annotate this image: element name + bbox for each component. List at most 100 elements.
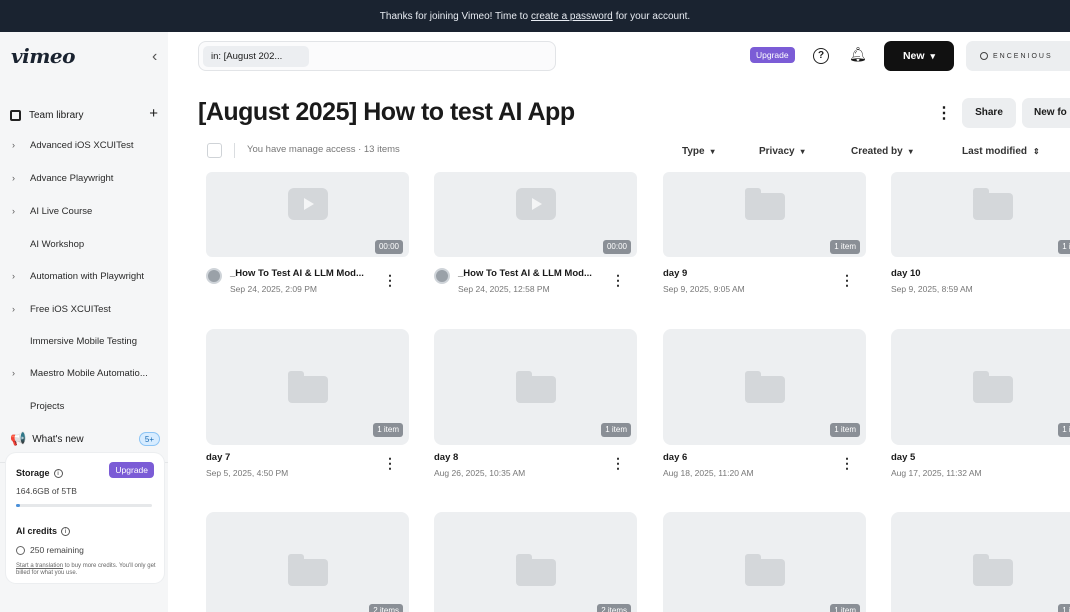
help-icon[interactable]: ? [813,48,829,64]
search-input[interactable]: in: [August 202... [198,41,556,71]
folder-thumbnail[interactable]: 1 item [891,329,1070,445]
bell-icon[interactable]: 🔔︎ [849,46,867,63]
sidebar-item[interactable]: › AI Live Course [12,202,162,220]
item-count-badge: 1 item [830,604,860,612]
folder-thumbnail[interactable]: 2 items [434,512,637,612]
more-options-icon[interactable]: ⋮ [611,272,625,289]
info-icon[interactable]: i [53,469,63,478]
more-options-icon[interactable]: ⋮ [383,455,397,472]
folder-card[interactable]: 1 item day 10 Sep 9, 2025, 8:59 AM ⋮ [891,172,1070,298]
folder-card[interactable]: 1 item [663,512,866,612]
folder-thumbnail[interactable]: 2 items [206,512,409,612]
folder-card[interactable]: 1 item [891,512,1070,612]
storage-upgrade-button[interactable]: Upgrade [109,462,154,478]
new-folder-button[interactable]: New fo [1022,98,1070,128]
chevron-right-icon[interactable]: › [12,173,30,183]
type-filter[interactable]: Type ▾ [682,146,715,157]
sidebar-item-label: AI Live Course [30,205,93,217]
more-options-icon[interactable]: ⋮ [840,272,854,289]
folder-thumbnail[interactable]: 1 item [891,512,1070,612]
sidebar-item[interactable]: › Advanced iOS XCUITest [12,136,162,154]
duration-badge: 00:00 [374,240,403,254]
privacy-filter[interactable]: Privacy ▾ [759,146,805,157]
storage-title: Storage i [16,468,63,478]
more-options-icon[interactable]: ⋮ [611,455,625,472]
folder-card[interactable]: 1 item day 9 Sep 9, 2025, 9:05 AM ⋮ [663,172,866,298]
item-date: Sep 24, 2025, 12:58 PM [458,284,550,294]
folder-icon [745,188,785,220]
folder-thumbnail[interactable]: 1 item [663,172,866,257]
sidebar-item[interactable]: › Maestro Mobile Automatio... [12,364,162,382]
start-translation-link[interactable]: Start a translation [16,563,63,569]
folder-card[interactable]: 1 item day 8 Aug 26, 2025, 10:35 AM ⋮ [434,329,637,479]
chevron-left-icon[interactable]: ‹ [152,48,157,66]
account-switcher[interactable]: ENCENIOUS [966,41,1070,71]
create-password-link[interactable]: create a password [531,11,613,22]
sidebar-item[interactable]: › Free iOS XCUITest [12,300,162,318]
item-count-badge: 1 item [1058,423,1070,437]
video-thumbnail[interactable]: 00:00 [206,172,409,257]
folder-icon [516,554,556,586]
select-all-checkbox[interactable] [207,143,222,158]
ai-credits-remaining: 250 remaining [16,545,84,555]
sidebar-item[interactable]: AI Workshop [12,235,162,253]
folder-card[interactable]: 1 item day 7 Sep 5, 2025, 4:50 PM ⋮ [206,329,409,479]
banner-text: Thanks for joining Vimeo! Time to [379,10,528,22]
item-title[interactable]: day 8 [434,452,458,463]
more-options-icon[interactable]: ⋮ [840,455,854,472]
item-title[interactable]: day 10 [891,268,921,279]
add-folder-icon[interactable]: + [149,106,158,122]
sidebar-item-label: Advanced iOS XCUITest [30,139,134,151]
more-options-icon[interactable]: ⋮ [936,103,952,123]
avatar [434,268,450,284]
share-button[interactable]: Share [962,98,1016,128]
chevron-right-icon[interactable]: › [12,271,30,281]
chevron-right-icon[interactable]: › [12,140,30,150]
info-icon[interactable]: i [61,527,71,536]
video-card[interactable]: 00:00 _How To Test AI & LLM Mod... Sep 2… [206,172,409,298]
chevron-right-icon[interactable]: › [12,206,30,216]
created-by-filter[interactable]: Created by ▾ [851,146,913,157]
item-title[interactable]: day 7 [206,452,230,463]
folder-card[interactable]: 2 items [206,512,409,612]
folder-thumbnail[interactable]: 1 item [434,329,637,445]
chevron-right-icon[interactable]: › [12,368,30,378]
sidebar-item[interactable]: Immersive Mobile Testing [12,332,162,350]
video-card[interactable]: 00:00 _How To Test AI & LLM Mod... Sep 2… [434,172,637,298]
duration-badge: 00:00 [602,240,631,254]
new-button[interactable]: New ▾ [884,41,954,71]
item-title[interactable]: day 5 [891,452,915,463]
sidebar-item-label: Automation with Playwright [30,270,145,282]
folder-thumbnail[interactable]: 1 item [663,512,866,612]
page-title: [August 2025] How to test AI App [198,98,575,126]
sidebar-item[interactable]: › Advance Playwright [12,169,162,187]
folder-thumbnail[interactable]: 1 item [891,172,1070,257]
library-icon [10,109,21,121]
ai-credits-note: Start a translation to buy more credits.… [16,563,156,576]
folder-card[interactable]: 1 item day 5 Aug 17, 2025, 11:32 AM ⋮ [891,329,1070,479]
item-title[interactable]: _How To Test AI & LLM Mod... [458,268,592,279]
sidebar-item[interactable]: › Automation with Playwright [12,267,162,285]
folder-card[interactable]: 2 items [434,512,637,612]
folder-icon [288,371,328,403]
sort-last-modified[interactable]: Last modified ⇕ [962,146,1040,157]
vimeo-logo[interactable]: vimeo [11,44,75,68]
item-title[interactable]: day 9 [663,268,687,279]
item-date: Sep 9, 2025, 9:05 AM [663,284,745,294]
chevron-right-icon[interactable]: › [12,304,30,314]
sidebar-item-label: Projects [30,400,65,412]
sidebar-team-library[interactable]: Team library + [10,106,158,124]
team-library-label: Team library [29,109,84,121]
sidebar-item[interactable]: Projects [12,397,162,415]
folder-thumbnail[interactable]: 1 item [206,329,409,445]
video-thumbnail[interactable]: 00:00 [434,172,637,257]
item-date: Aug 17, 2025, 11:32 AM [891,468,982,478]
item-title[interactable]: day 6 [663,452,687,463]
search-scope-chip[interactable]: in: [August 202... [203,46,309,67]
whats-new[interactable]: 📢 What's new 5+ [10,430,160,448]
folder-thumbnail[interactable]: 1 item [663,329,866,445]
upgrade-button[interactable]: Upgrade [750,47,795,63]
item-title[interactable]: _How To Test AI & LLM Mod... [230,268,364,279]
folder-card[interactable]: 1 item day 6 Aug 18, 2025, 11:20 AM ⋮ [663,329,866,479]
more-options-icon[interactable]: ⋮ [383,272,397,289]
